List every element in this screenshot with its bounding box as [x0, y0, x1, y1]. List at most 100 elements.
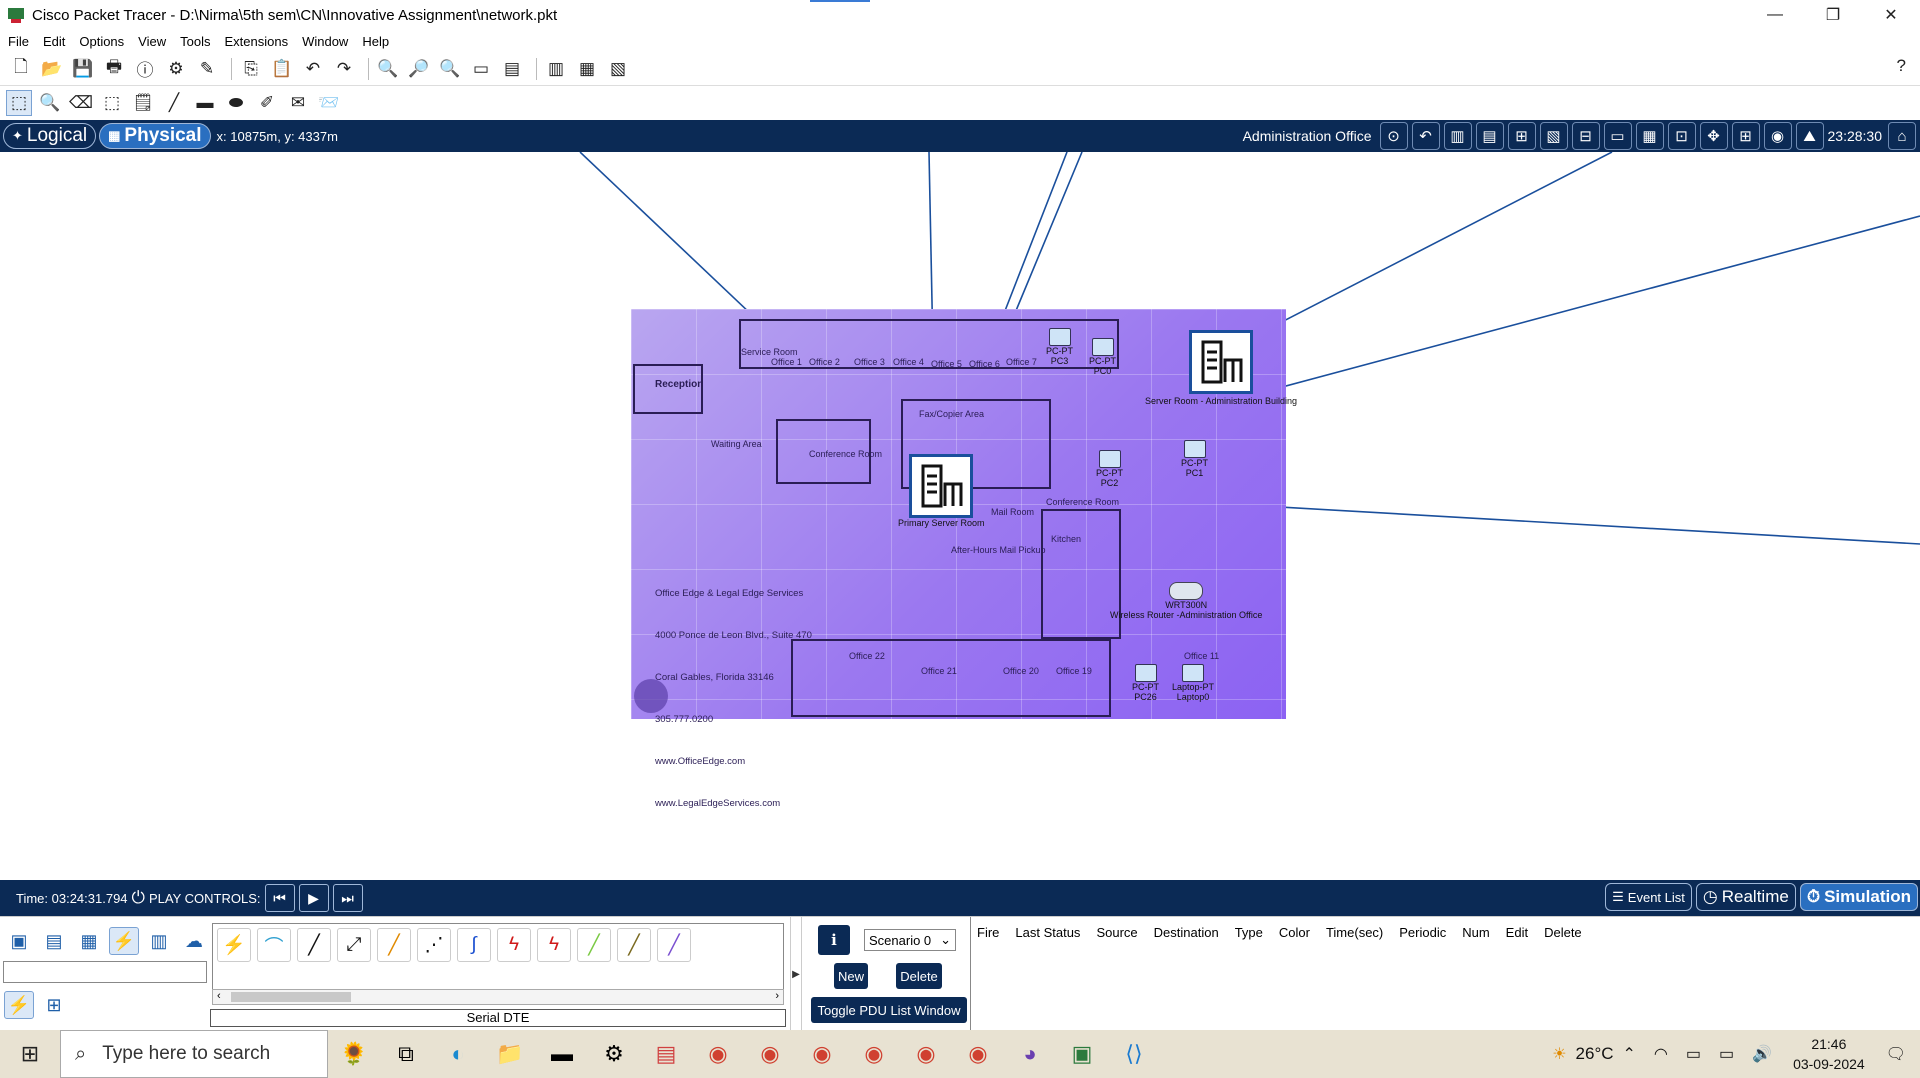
menu-edit[interactable]: Edit: [43, 34, 65, 49]
minimize-button[interactable]: —: [1746, 0, 1804, 30]
device-manager-icon[interactable]: ▦: [574, 56, 600, 82]
draw-line-icon[interactable]: ╱: [161, 90, 187, 116]
pc26-device[interactable]: PC-PT PC26: [1132, 664, 1159, 702]
github-desktop-icon[interactable]: ◕: [1004, 1030, 1056, 1078]
activity-wizard-icon[interactable]: ✎: [194, 56, 220, 82]
copper-cross-icon[interactable]: ⤢: [337, 928, 371, 962]
terminal-icon[interactable]: ▬: [536, 1030, 588, 1078]
open-folder-icon[interactable]: 📂: [39, 56, 65, 82]
end-devices-icon[interactable]: ▤: [39, 927, 69, 955]
maximize-button[interactable]: ❐: [1804, 0, 1862, 30]
cabling-icon[interactable]: ▦: [1635, 122, 1664, 150]
power-cycle-icon[interactable]: ⏻: [132, 888, 145, 908]
zoom-reset-icon[interactable]: 🔎: [406, 56, 432, 82]
scroll-thumb[interactable]: [231, 992, 351, 1002]
scroll-left-icon[interactable]: ‹: [217, 990, 221, 1002]
phone-cable-icon[interactable]: ⋰: [417, 928, 451, 962]
chrome-profile-icon[interactable]: ◉: [744, 1030, 796, 1078]
chevron-up-icon[interactable]: ⌃: [1623, 1044, 1636, 1064]
wireless-icon[interactable]: ◉: [1763, 122, 1792, 150]
draw-rectangle-icon[interactable]: ▬: [192, 90, 218, 116]
add-complex-pdu-icon[interactable]: 📨: [316, 90, 342, 116]
coaxial-icon[interactable]: ∫: [457, 928, 491, 962]
zoom-out-icon[interactable]: 🔍: [437, 56, 463, 82]
taskbar-search[interactable]: ⌕ Type here to search: [60, 1030, 328, 1078]
logical-tab[interactable]: ✦ Logical: [3, 123, 97, 149]
taskbar-clock[interactable]: 21:46 03-09-2024: [1793, 1034, 1865, 1074]
structured-cabling-icon[interactable]: ⊞: [39, 991, 69, 1019]
fiber-icon[interactable]: ╱: [377, 928, 411, 962]
copy-icon[interactable]: ⎘: [238, 56, 264, 82]
back-step-icon[interactable]: ⏮: [264, 884, 295, 912]
new-city-icon[interactable]: ▧: [1539, 122, 1568, 150]
new-rack-icon[interactable]: ▤: [1475, 122, 1504, 150]
panel-splitter[interactable]: ▶: [790, 917, 802, 1031]
new-closet-icon[interactable]: ⊞: [1507, 122, 1536, 150]
play-icon[interactable]: ▶: [298, 884, 329, 912]
miscellaneous-icon[interactable]: ▥: [144, 927, 174, 955]
move-object-icon[interactable]: ✥: [1699, 122, 1728, 150]
simulation-button[interactable]: ⏱ Simulation: [1799, 883, 1918, 911]
menu-view[interactable]: View: [138, 34, 166, 49]
menu-tools[interactable]: Tools: [180, 34, 210, 49]
navigation-icon[interactable]: ⊙: [1379, 122, 1408, 150]
menu-window[interactable]: Window: [302, 34, 348, 49]
event-list-button[interactable]: ☰ Event List: [1605, 883, 1692, 911]
iot-custom-cable-icon[interactable]: ╱: [617, 928, 651, 962]
scroll-right-icon[interactable]: ›: [775, 990, 779, 1002]
connections-icon[interactable]: ⚡: [109, 927, 139, 955]
pc1-device[interactable]: PC-PT PC1: [1181, 440, 1208, 478]
freeform-icon[interactable]: ✐: [254, 90, 280, 116]
background-image-icon[interactable]: ⛰: [1795, 122, 1824, 150]
edge-browser-icon[interactable]: ◐: [432, 1030, 484, 1078]
chrome-profile-icon[interactable]: ◉: [796, 1030, 848, 1078]
new-scenario-button[interactable]: New: [834, 963, 868, 989]
device-search-input[interactable]: [3, 961, 207, 983]
inspect-icon[interactable]: 🔍: [37, 90, 63, 116]
new-table-icon[interactable]: ⊟: [1571, 122, 1600, 150]
info-icon[interactable]: ⓘ: [132, 56, 158, 82]
weather-temp[interactable]: 26°C: [1576, 1044, 1614, 1064]
print-icon[interactable]: 🖶: [101, 56, 127, 82]
forward-step-icon[interactable]: ⏭: [332, 884, 363, 912]
auto-connection-icon[interactable]: ⚡: [217, 928, 251, 962]
network-wizard-icon[interactable]: ⚙: [163, 56, 189, 82]
search-highlight-icon[interactable]: 🌻: [328, 1030, 380, 1078]
custom-devices-icon[interactable]: ▤: [499, 56, 525, 82]
serial-dce-icon[interactable]: ϟ: [497, 928, 531, 962]
grid-icon[interactable]: ⊡: [1667, 122, 1696, 150]
notifications-icon[interactable]: 🗨: [1886, 1044, 1906, 1064]
server-primary-device[interactable]: Primary Server Room: [898, 454, 985, 528]
task-view-icon[interactable]: ⧉: [380, 1030, 432, 1078]
menu-help[interactable]: Help: [362, 34, 389, 49]
realtime-button[interactable]: ◷ Realtime: [1695, 883, 1796, 911]
packet-tracer-taskbar-icon[interactable]: ▣: [1056, 1030, 1108, 1078]
menu-options[interactable]: Options: [79, 34, 124, 49]
new-shelf-icon[interactable]: ▭: [1603, 122, 1632, 150]
connections-scrollbar[interactable]: ‹ ›: [212, 989, 784, 1005]
delete-scenario-button[interactable]: Delete: [896, 963, 942, 989]
laptop0-device[interactable]: Laptop-PT Laptop0: [1172, 664, 1214, 702]
settings-icon[interactable]: ⚙: [588, 1030, 640, 1078]
wireless-router-device[interactable]: WRT300N Wireless Router -Administration …: [1110, 582, 1262, 620]
components-icon[interactable]: ▦: [74, 927, 104, 955]
file-explorer-icon[interactable]: 📁: [484, 1030, 536, 1078]
select-icon[interactable]: ⬚: [6, 90, 32, 116]
chrome-profile-icon[interactable]: ◉: [848, 1030, 900, 1078]
draw-ellipse-icon[interactable]: ⬬: [223, 90, 249, 116]
pc0-device[interactable]: PC-PT PC0: [1089, 338, 1116, 376]
physical-workspace-canvas[interactable]: Service Room Office 1 Office 2 Office 3 …: [0, 152, 1920, 880]
scenario-select[interactable]: Scenario 0 ⌄: [864, 929, 956, 951]
chrome-profile-icon[interactable]: ◉: [952, 1030, 1004, 1078]
connections-subcategory-icon[interactable]: ⚡: [4, 991, 34, 1019]
tiles-icon[interactable]: ⊞: [1731, 122, 1760, 150]
display-icon[interactable]: ▭: [1686, 1044, 1701, 1064]
console-cable-icon[interactable]: ⌒: [257, 928, 291, 962]
vscode-icon[interactable]: ⟨⟩: [1108, 1030, 1160, 1078]
resize-shape-icon[interactable]: ⬚: [99, 90, 125, 116]
new-building-icon[interactable]: ▥: [1443, 122, 1472, 150]
home-icon[interactable]: ⌂: [1888, 122, 1916, 150]
undo-icon[interactable]: ↶: [300, 56, 326, 82]
network-devices-icon[interactable]: ▣: [4, 927, 34, 955]
volume-icon[interactable]: 🔊: [1752, 1044, 1772, 1064]
